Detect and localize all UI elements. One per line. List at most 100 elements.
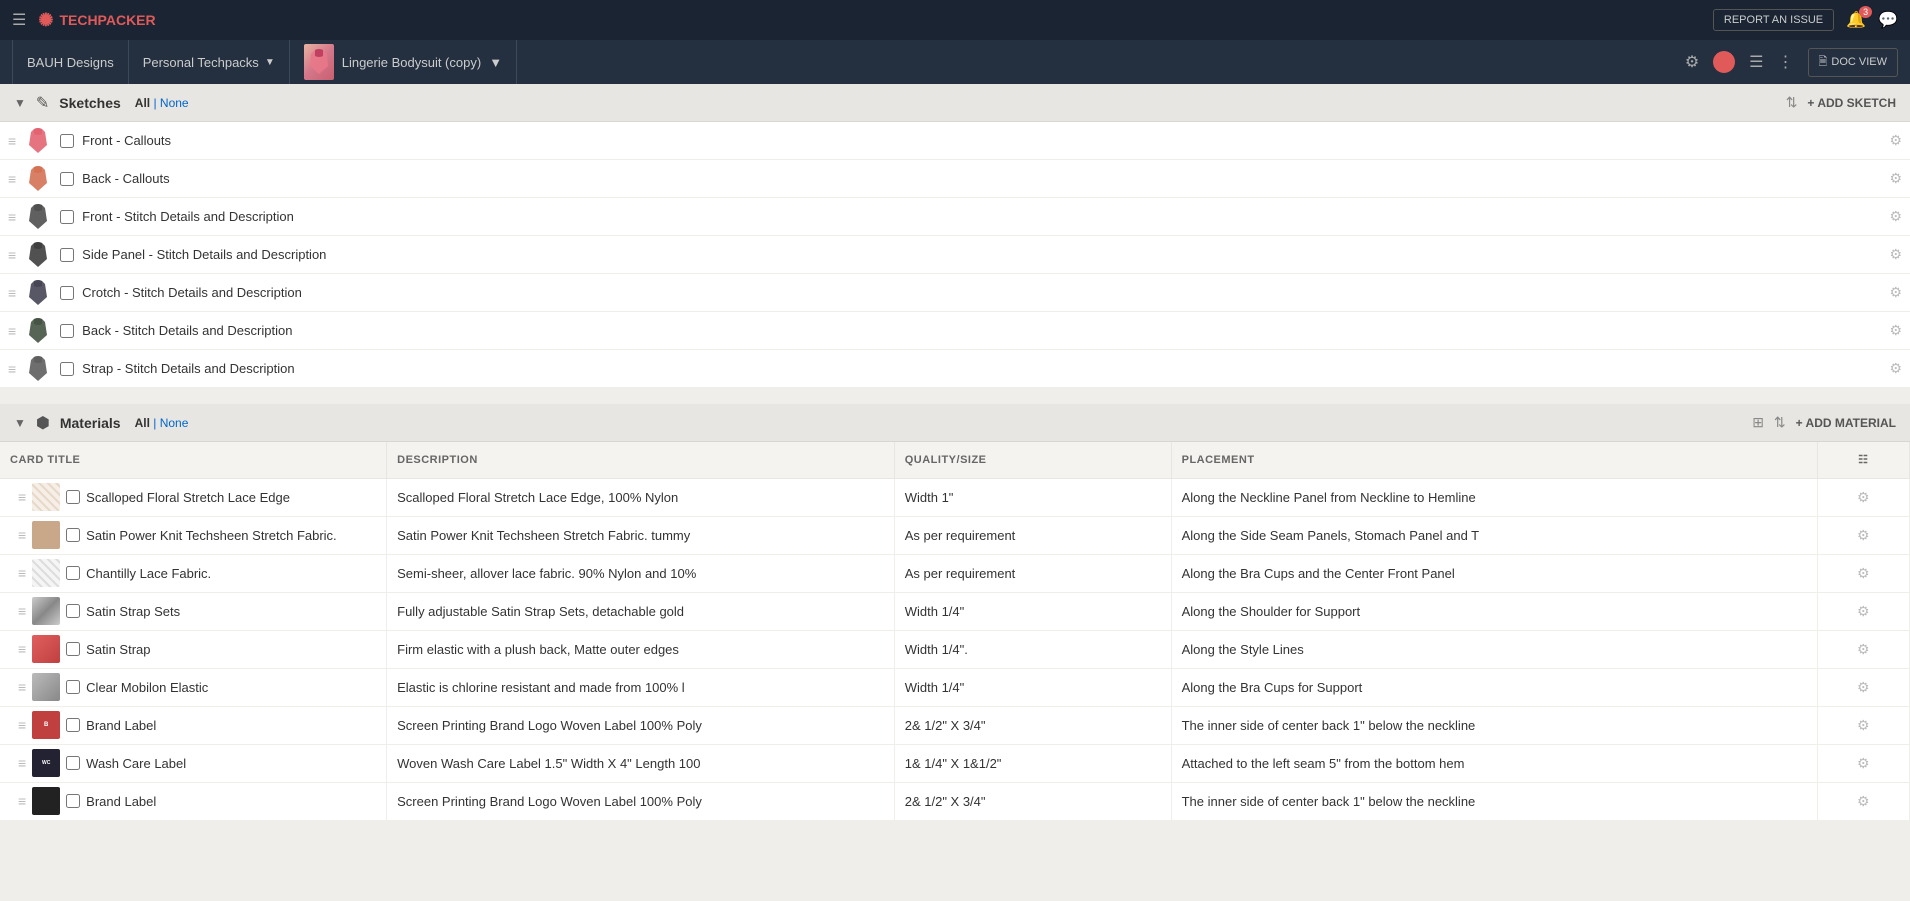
sketch-checkbox[interactable] xyxy=(60,134,74,148)
material-checkbox[interactable] xyxy=(66,794,80,808)
table-row: ≡ Clear Mobilon Elastic Elastic is chlor… xyxy=(0,668,1910,706)
drag-handle-icon[interactable]: ≡ xyxy=(18,603,26,619)
table-row: ≡ Scalloped Floral Stretch Lace Edge Sca… xyxy=(0,478,1910,516)
drag-handle-icon[interactable]: ≡ xyxy=(18,793,26,809)
material-settings-icon[interactable]: ⚙ xyxy=(1857,603,1870,619)
material-name: Satin Strap xyxy=(86,642,150,657)
material-settings-icon[interactable]: ⚙ xyxy=(1857,793,1870,809)
sketch-checkbox[interactable] xyxy=(60,324,74,338)
sketches-filter-all[interactable]: All xyxy=(135,96,150,110)
material-thumbnail xyxy=(32,559,60,587)
material-name: Satin Power Knit Techsheen Stretch Fabri… xyxy=(86,528,337,543)
sketches-sort-icon[interactable]: ⇅ xyxy=(1786,94,1798,111)
material-description-cell: Woven Wash Care Label 1.5" Width X 4" Le… xyxy=(387,744,895,782)
materials-toggle-icon[interactable]: ▼ xyxy=(14,416,26,430)
material-settings-icon[interactable]: ⚙ xyxy=(1857,527,1870,543)
drag-handle-icon[interactable]: ≡ xyxy=(8,323,16,339)
doc-view-button[interactable]: 🗎 DOC VIEW xyxy=(1808,48,1898,77)
drag-handle-icon[interactable]: ≡ xyxy=(8,209,16,225)
materials-filter-none[interactable]: None xyxy=(160,416,189,430)
material-actions-cell: ⚙ xyxy=(1817,706,1909,744)
material-thumbnail xyxy=(32,787,60,815)
hamburger-menu-icon[interactable]: ☰ xyxy=(12,10,26,30)
material-name: Satin Strap Sets xyxy=(86,604,180,619)
drag-handle-icon[interactable]: ≡ xyxy=(8,133,16,149)
material-name-cell: ≡ B Brand Label xyxy=(0,706,387,744)
material-actions-cell: ⚙ xyxy=(1817,516,1909,554)
material-checkbox[interactable] xyxy=(66,642,80,656)
sketches-toggle-icon[interactable]: ▼ xyxy=(14,96,26,110)
material-actions-cell: ⚙ xyxy=(1817,744,1909,782)
col-actions-icon: ☷ xyxy=(1858,454,1868,466)
material-name-cell: ≡ Scalloped Floral Stretch Lace Edge xyxy=(0,478,387,516)
material-settings-icon[interactable]: ⚙ xyxy=(1857,565,1870,581)
material-settings-icon[interactable]: ⚙ xyxy=(1857,679,1870,695)
materials-filter-all[interactable]: All xyxy=(135,416,150,430)
sketch-settings-icon[interactable]: ⚙ xyxy=(1889,208,1902,225)
drag-handle-icon[interactable]: ≡ xyxy=(8,247,16,263)
techpacks-tab[interactable]: Personal Techpacks ▼ xyxy=(129,40,290,84)
sketch-settings-icon[interactable]: ⚙ xyxy=(1889,132,1902,149)
sketch-checkbox[interactable] xyxy=(60,362,74,376)
drag-handle-icon[interactable]: ≡ xyxy=(18,489,26,505)
material-checkbox[interactable] xyxy=(66,566,80,580)
table-row: ≡ Satin Strap Firm elastic with a plush … xyxy=(0,630,1910,668)
drag-handle-icon[interactable]: ≡ xyxy=(18,679,26,695)
material-checkbox[interactable] xyxy=(66,604,80,618)
sketch-settings-icon[interactable]: ⚙ xyxy=(1889,170,1902,187)
material-description-cell: Screen Printing Brand Logo Woven Label 1… xyxy=(387,782,895,820)
material-settings-icon[interactable]: ⚙ xyxy=(1857,641,1870,657)
user-avatar[interactable] xyxy=(1713,51,1735,73)
material-placement-cell: Along the Shoulder for Support xyxy=(1171,592,1817,630)
drag-handle-icon[interactable]: ≡ xyxy=(18,755,26,771)
drag-handle-icon[interactable]: ≡ xyxy=(8,171,16,187)
sketches-title: Sketches xyxy=(59,95,120,111)
material-settings-icon[interactable]: ⚙ xyxy=(1857,755,1870,771)
drag-handle-icon[interactable]: ≡ xyxy=(18,565,26,581)
material-checkbox[interactable] xyxy=(66,756,80,770)
report-issue-button[interactable]: REPORT AN ISSUE xyxy=(1713,9,1834,31)
sketch-checkbox[interactable] xyxy=(60,286,74,300)
sketch-row: ≡ Crotch - Stitch Details and Descriptio… xyxy=(0,274,1910,312)
table-row: ≡ B Brand Label Screen Printing Brand Lo… xyxy=(0,706,1910,744)
drag-handle-icon[interactable]: ≡ xyxy=(8,361,16,377)
sketch-name: Front - Stitch Details and Description xyxy=(82,209,1881,224)
sketch-settings-icon[interactable]: ⚙ xyxy=(1889,322,1902,339)
sketch-settings-icon[interactable]: ⚙ xyxy=(1889,284,1902,301)
drag-handle-icon[interactable]: ≡ xyxy=(18,641,26,657)
material-name-cell: ≡ WC Wash Care Label xyxy=(0,744,387,782)
chat-icon[interactable]: 💬 xyxy=(1878,10,1898,30)
materials-sort-icon[interactable]: ⇅ xyxy=(1774,414,1786,431)
settings-icon[interactable]: ⚙ xyxy=(1685,52,1699,72)
sketch-settings-icon[interactable]: ⚙ xyxy=(1889,246,1902,263)
material-name: Brand Label xyxy=(86,718,156,733)
material-checkbox[interactable] xyxy=(66,490,80,504)
col-header-placement: PLACEMENT xyxy=(1171,442,1817,478)
drag-handle-icon[interactable]: ≡ xyxy=(18,527,26,543)
material-name-cell: ≡ Satin Strap xyxy=(0,630,387,668)
sketch-checkbox[interactable] xyxy=(60,172,74,186)
sketches-actions: ⇅ + ADD SKETCH xyxy=(1786,94,1896,111)
add-sketch-button[interactable]: + ADD SKETCH xyxy=(1807,96,1896,110)
product-tab[interactable]: Lingerie Bodysuit (copy) ▼ xyxy=(290,40,517,84)
filter-icon[interactable]: ☰ xyxy=(1749,52,1763,72)
sketch-checkbox[interactable] xyxy=(60,248,74,262)
sketches-filter-none[interactable]: None xyxy=(160,96,189,110)
sketch-checkbox[interactable] xyxy=(60,210,74,224)
drag-handle-icon[interactable]: ≡ xyxy=(18,717,26,733)
sketch-row: ≡ Front - Stitch Details and Description… xyxy=(0,198,1910,236)
drag-handle-icon[interactable]: ≡ xyxy=(8,285,16,301)
sketch-name: Strap - Stitch Details and Description xyxy=(82,361,1881,376)
material-checkbox[interactable] xyxy=(66,528,80,542)
sketch-settings-icon[interactable]: ⚙ xyxy=(1889,360,1902,377)
material-checkbox[interactable] xyxy=(66,718,80,732)
materials-grid-icon[interactable]: ⊞ xyxy=(1752,414,1764,431)
add-material-button[interactable]: + ADD MATERIAL xyxy=(1796,416,1896,430)
material-checkbox[interactable] xyxy=(66,680,80,694)
materials-table: Card Title DESCRIPTION QUALITY/SIZE PLAC… xyxy=(0,442,1910,821)
material-settings-icon[interactable]: ⚙ xyxy=(1857,489,1870,505)
table-row: ≡ Satin Strap Sets Fully adjustable Sati… xyxy=(0,592,1910,630)
material-settings-icon[interactable]: ⚙ xyxy=(1857,717,1870,733)
workspace-tab[interactable]: BAUH Designs xyxy=(12,40,129,84)
more-options-icon[interactable]: ⋮ xyxy=(1778,52,1794,72)
